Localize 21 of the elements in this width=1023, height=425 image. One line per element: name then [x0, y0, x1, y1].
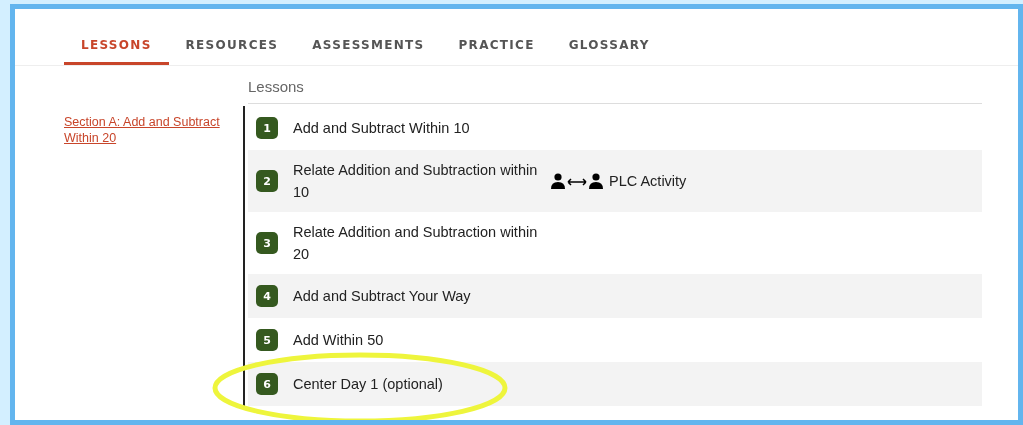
tab[interactable]: LESSONS	[64, 33, 169, 65]
tab[interactable]: PRACTICE	[441, 33, 552, 65]
lesson-number: 6	[256, 373, 278, 395]
lesson-number: 1	[256, 117, 278, 139]
lesson-link[interactable]: Add Within 50	[293, 329, 543, 351]
tab[interactable]: GLOSSARY	[551, 33, 667, 65]
tab[interactable]: RESOURCES	[168, 33, 296, 65]
section-link[interactable]: Section A: Add and Subtract Within 20	[64, 114, 239, 146]
lesson-link[interactable]: Add and Subtract Within 10	[293, 117, 543, 139]
activity-label: PLC Activity	[609, 173, 687, 189]
lesson-link[interactable]: Relate Addition and Subtraction within 10	[293, 159, 543, 203]
lesson-link[interactable]: Center Day 1 (optional)	[293, 373, 543, 395]
lesson-number: 5	[256, 329, 278, 351]
tab[interactable]: ASSESSMENTS	[295, 33, 442, 65]
column-header: Lessons	[248, 66, 982, 104]
lesson-number: 4	[256, 285, 278, 307]
lesson-link[interactable]: Add and Subtract Your Way	[293, 285, 543, 307]
people-exchange-icon	[551, 173, 603, 189]
lesson-link[interactable]: Relate Addition and Subtraction within 20	[293, 221, 543, 265]
lesson-number: 3	[256, 232, 278, 254]
lesson-number: 2	[256, 170, 278, 192]
